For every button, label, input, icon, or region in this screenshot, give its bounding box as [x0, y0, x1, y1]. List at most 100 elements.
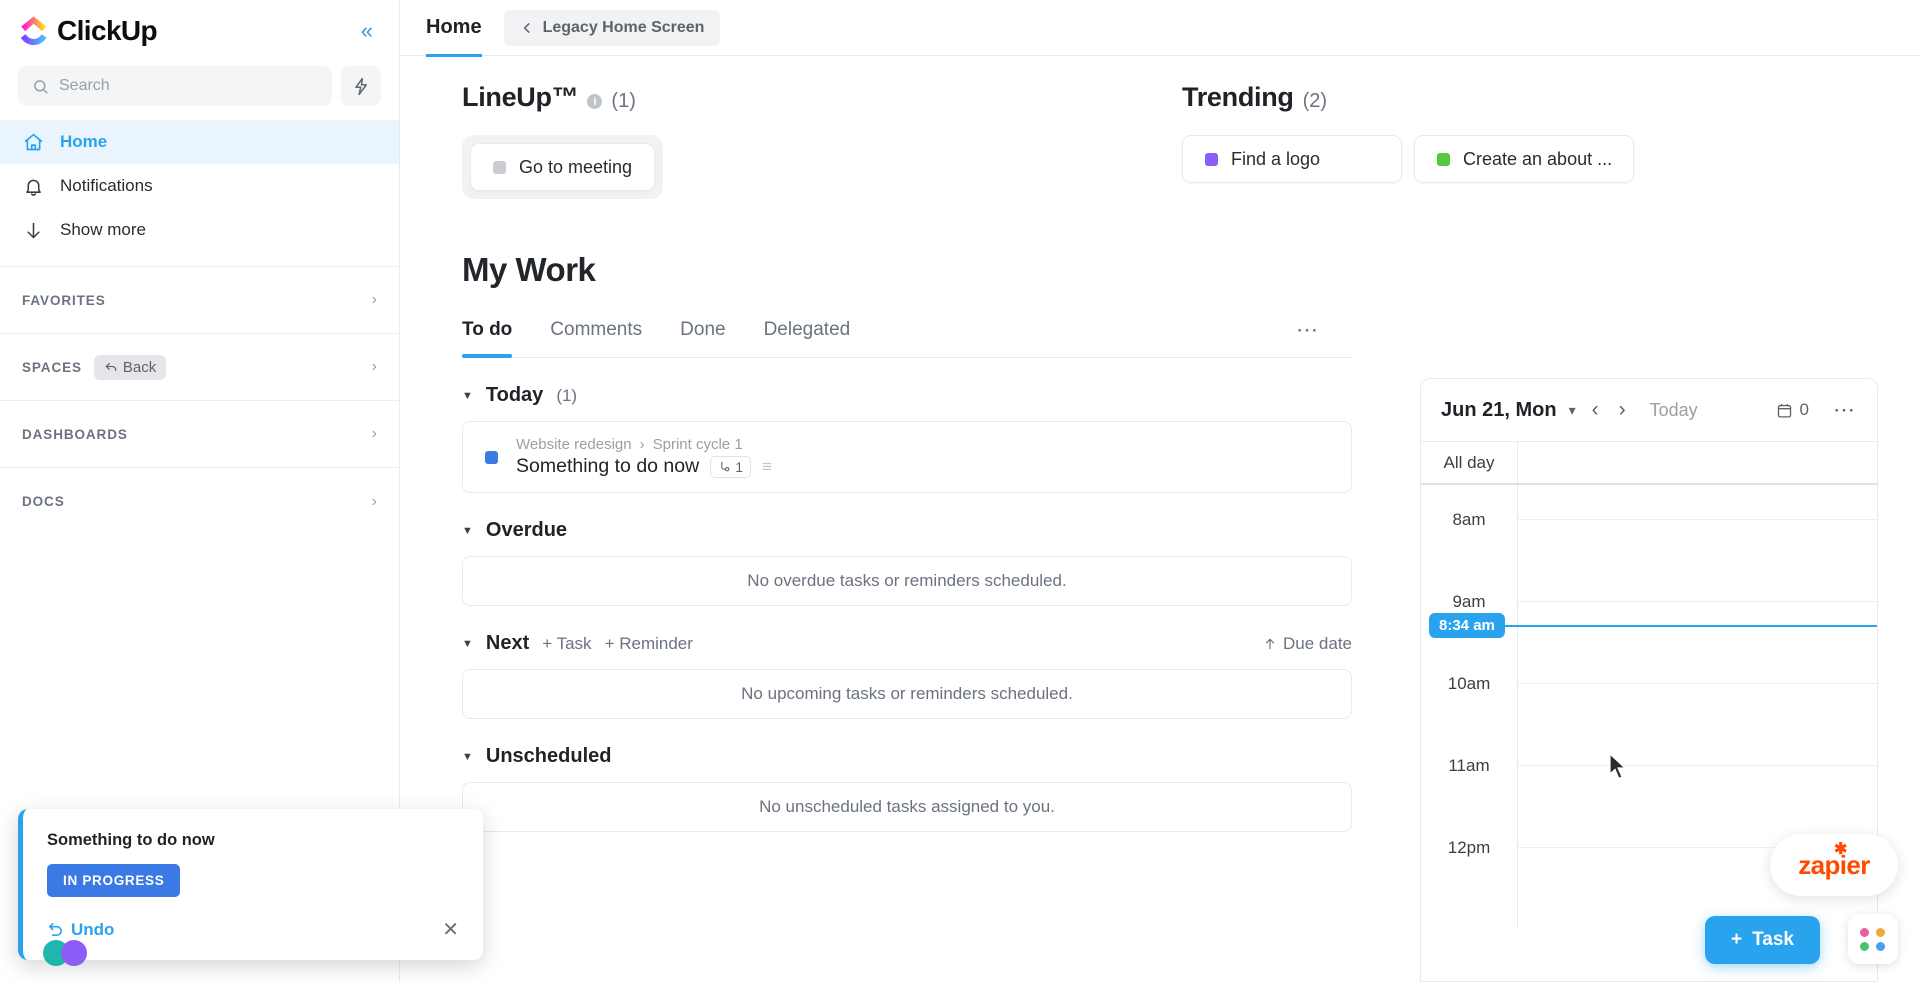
lineup-title: LineUp™ — [462, 82, 579, 112]
sort-label: Due date — [1283, 633, 1352, 653]
subtask-count: 1 — [735, 458, 743, 475]
tab-home[interactable]: Home — [426, 0, 482, 57]
sidebar-section-title: SPACES — [22, 359, 82, 375]
hour-cell[interactable] — [1517, 683, 1877, 765]
group-header-next: ▼ Next + Task + Reminder Due date — [462, 632, 1352, 655]
spaces-back-label: Back — [122, 358, 157, 376]
undo-label: Undo — [71, 919, 115, 939]
calendar-event-count[interactable]: 0 — [1776, 400, 1809, 420]
hour-row[interactable]: 8am — [1421, 510, 1877, 601]
arrow-up-icon — [1265, 638, 1275, 649]
subtask-count-badge[interactable]: 1 — [710, 455, 751, 478]
calendar-time-grid: 7am 8am 9am 10am 11am — [1421, 485, 1877, 981]
hour-cell[interactable] — [1517, 485, 1877, 519]
current-time-line — [1504, 624, 1877, 627]
sidebar-item-label: Notifications — [60, 176, 153, 195]
breadcrumb: Website redesign › Sprint cycle 1 — [516, 436, 772, 453]
hour-label: 11am — [1448, 756, 1490, 775]
task-color-swatch — [493, 160, 506, 174]
trending-card-label: Find a logo — [1231, 148, 1321, 169]
back-arrow-icon — [105, 362, 117, 372]
add-task-button[interactable]: + Task — [542, 634, 591, 654]
sidebar-section-favorites[interactable]: FAVORITES › — [0, 267, 399, 334]
clickup-app: ClickUp « Search Home Notifications Show… — [0, 0, 1920, 982]
group-name: Next — [485, 632, 530, 654]
calendar-date-picker[interactable]: Jun 21, Mon — [1441, 399, 1557, 422]
undo-toast: Something to do now IN PROGRESS Undo ✕ — [18, 809, 483, 966]
add-reminder-button[interactable]: + Reminder — [605, 634, 693, 654]
sidebar-section-docs[interactable]: DOCS › — [0, 468, 399, 535]
table-row[interactable]: Website redesign › Sprint cycle 1 Someth… — [462, 421, 1352, 493]
collapse-sidebar-button[interactable]: « — [355, 16, 379, 46]
sidebar-item-label: Home — [60, 132, 108, 151]
brand-logo[interactable]: ClickUp — [18, 15, 158, 47]
legacy-home-screen-button[interactable]: Legacy Home Screen — [503, 9, 721, 46]
calendar-next-button[interactable]: › — [1615, 398, 1630, 422]
calendar-prev-button[interactable]: ‹ — [1588, 398, 1603, 422]
group-count: (1) — [556, 385, 578, 405]
sidebar-section-dashboards[interactable]: DASHBOARDS › — [0, 401, 399, 468]
apps-grid-icon[interactable] — [1848, 914, 1898, 964]
status-badge: IN PROGRESS — [47, 864, 181, 897]
sidebar-nav: Home Notifications Show more — [0, 120, 399, 252]
lineup-card[interactable]: Go to meeting — [470, 143, 656, 191]
collapse-caret-icon[interactable]: ▼ — [462, 751, 473, 763]
breadcrumb-list[interactable]: Website redesign — [516, 436, 632, 453]
collapse-caret-icon[interactable]: ▼ — [462, 638, 473, 650]
avatar-group — [43, 940, 87, 966]
info-icon[interactable]: i — [587, 94, 603, 109]
task-color-swatch — [485, 450, 498, 464]
trending-card[interactable]: Create an about ... — [1414, 135, 1634, 183]
lineup-widget: LineUp™ i (1) Go to meeting — [462, 82, 1182, 199]
widgets-row: LineUp™ i (1) Go to meeting Trending (2)… — [400, 82, 1920, 199]
breadcrumb-sprint[interactable]: Sprint cycle 1 — [653, 436, 743, 453]
task-list: ▼ Today (1) Website redesign › Sprint cy… — [400, 384, 1352, 832]
sidebar-item-show-more[interactable]: Show more — [0, 208, 399, 252]
collapse-caret-icon[interactable]: ▼ — [462, 390, 473, 402]
home-icon — [22, 132, 44, 153]
tab-todo[interactable]: To do — [462, 319, 513, 358]
chevron-right-icon: › — [371, 358, 377, 375]
tabs-divider — [462, 357, 1352, 358]
task-color-swatch — [1205, 152, 1218, 166]
task-name[interactable]: Something to do now — [516, 455, 699, 478]
calendar-more-button[interactable]: ⋯ — [1833, 397, 1857, 423]
hour-cell[interactable] — [1517, 519, 1877, 601]
tab-comments[interactable]: Comments — [550, 319, 642, 357]
group-name: Today — [485, 384, 544, 406]
new-task-button[interactable]: + Task — [1704, 916, 1820, 964]
sort-due-date-button[interactable]: Due date — [1263, 634, 1352, 654]
lineup-count: (1) — [611, 90, 636, 112]
undo-button[interactable]: Undo — [47, 920, 114, 940]
group-header-overdue[interactable]: ▼ Overdue — [462, 519, 1352, 542]
sidebar-item-home[interactable]: Home — [0, 120, 399, 164]
priority-bars-icon[interactable]: ≡ — [762, 457, 772, 477]
chevron-right-icon: › — [371, 291, 377, 308]
breadcrumb-separator: › — [639, 436, 645, 453]
quick-action-button[interactable] — [341, 66, 381, 106]
collapse-caret-icon[interactable]: ▼ — [462, 525, 473, 537]
search-input[interactable]: Search — [18, 66, 332, 106]
calendar-header: Jun 21, Mon ▾ ‹ › Today 0 ⋯ — [1421, 379, 1877, 441]
sidebar-section-spaces[interactable]: SPACES Back › — [0, 334, 399, 401]
tab-done[interactable]: Done — [680, 319, 725, 357]
chevron-down-icon[interactable]: ▾ — [1569, 402, 1576, 419]
all-day-cell[interactable] — [1517, 442, 1877, 483]
toast-close-button[interactable]: ✕ — [442, 917, 459, 942]
group-header-today[interactable]: ▼ Today (1) — [462, 384, 1352, 407]
hour-row[interactable]: 10am — [1421, 674, 1877, 765]
chevron-left-icon — [523, 22, 530, 33]
hour-label: 7am — [1421, 485, 1517, 510]
zapier-badge[interactable]: ✱ zapier — [1770, 834, 1898, 896]
group-header-unscheduled[interactable]: ▼ Unscheduled — [462, 745, 1352, 768]
calendar-today-button[interactable]: Today — [1650, 400, 1698, 421]
trending-card[interactable]: Find a logo — [1182, 135, 1402, 183]
sidebar-item-notifications[interactable]: Notifications — [0, 164, 399, 208]
main-area: Home Legacy Home Screen LineUp™ i (1) Go… — [400, 0, 1920, 982]
zapier-logo: ✱ zapier — [1798, 841, 1870, 881]
mywork-more-button[interactable]: ⋯ — [1296, 317, 1320, 343]
tab-delegated[interactable]: Delegated — [764, 319, 851, 357]
lineup-card-label: Go to meeting — [519, 156, 633, 177]
trending-title: Trending — [1182, 82, 1294, 112]
spaces-back-button[interactable]: Back — [93, 354, 167, 380]
